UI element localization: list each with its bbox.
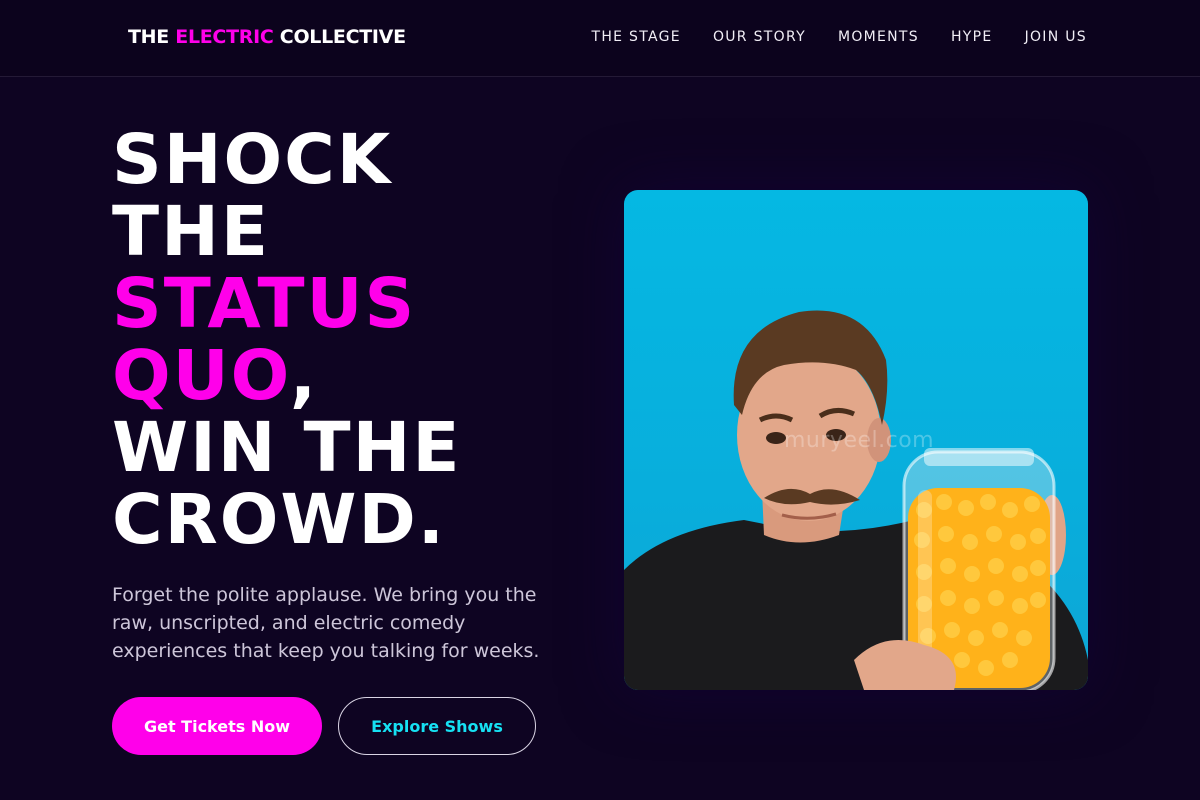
logo-text-the: THE [128, 26, 176, 48]
hero-title-line-1: SHOCK [112, 120, 393, 200]
comedian-photo: muryeel.com [624, 190, 1088, 690]
site-logo[interactable]: THE ELECTRIC COLLECTIVE [128, 26, 406, 48]
nav-link-the-stage[interactable]: THE STAGE [591, 29, 680, 45]
nav-link-join-us[interactable]: JOIN US [1025, 29, 1087, 45]
hero-title-line-5: WIN THE [112, 408, 462, 488]
hero-title-line-4: QUO, [112, 340, 592, 412]
hero-title: SHOCK THE STATUS QUO, WIN THE CROWD. [112, 124, 592, 556]
nav-link-moments[interactable]: MOMENTS [838, 29, 919, 45]
explore-shows-button[interactable]: Explore Shows [338, 697, 536, 755]
nav-link-our-story[interactable]: OUR STORY [713, 29, 806, 45]
photo-watermark: muryeel.com [784, 428, 935, 453]
hero-title-quo: QUO [112, 336, 290, 416]
hero-title-line-3: STATUS [112, 264, 417, 344]
hero-title-line-6: CROWD. [112, 480, 447, 560]
hero-title-comma: , [289, 336, 319, 416]
logo-text-electric: ELECTRIC [175, 26, 274, 48]
logo-text-collective: COLLECTIVE [273, 26, 406, 48]
hero-title-line-2: THE [112, 192, 270, 272]
hero-subtitle: Forget the polite applause. We bring you… [112, 584, 540, 662]
nav-links: THE STAGE OUR STORY MOMENTS HYPE JOIN US [559, 29, 1087, 45]
get-tickets-button[interactable]: Get Tickets Now [112, 697, 322, 755]
top-navbar: THE ELECTRIC COLLECTIVE THE STAGE OUR ST… [0, 0, 1200, 77]
nav-link-hype[interactable]: HYPE [951, 29, 993, 45]
